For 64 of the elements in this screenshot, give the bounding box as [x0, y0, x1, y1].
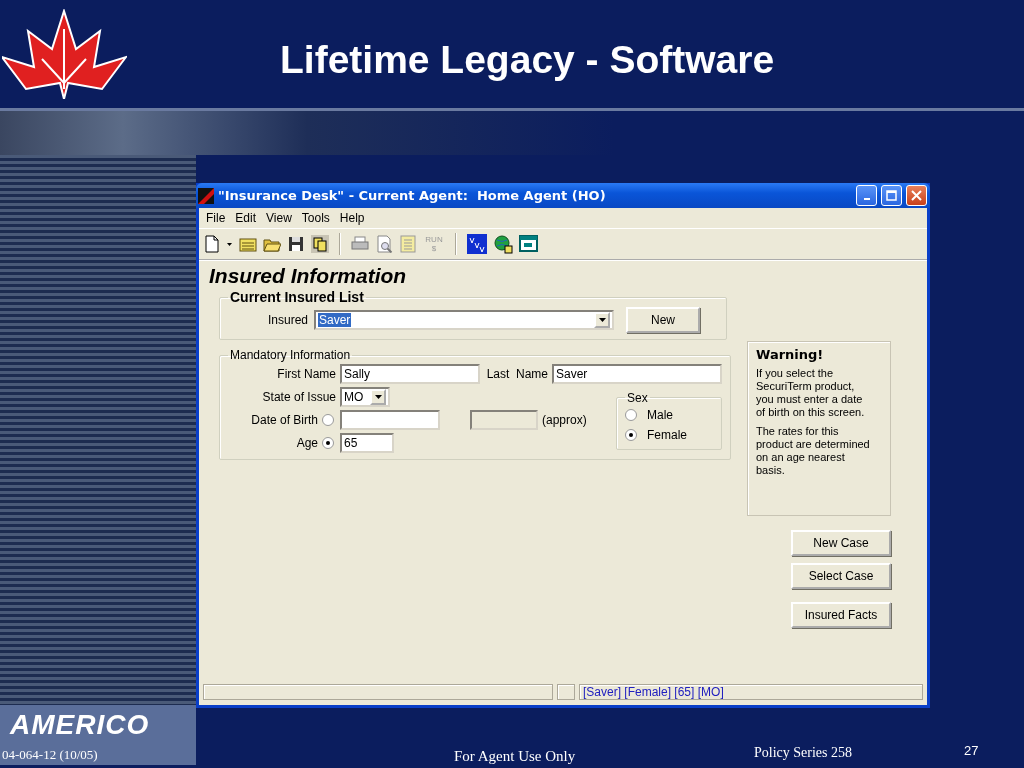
warning-text: The rates for this product are determined on an age nearest basis. [756, 425, 871, 477]
action-button[interactable]: New Case [791, 530, 891, 556]
footer-series: Policy Series 258 [754, 744, 853, 762]
selected-value: Saver [318, 313, 352, 327]
copy-icon[interactable] [311, 235, 329, 253]
group-title: Mandatory Information [229, 348, 352, 362]
action-button[interactable]: Select Case [791, 563, 891, 589]
menu-item[interactable]: Tools [296, 211, 335, 225]
field-hint: (approx) [542, 413, 588, 427]
warning-title: Warning! [756, 348, 825, 361]
globe-icon[interactable] [493, 234, 513, 254]
field-label: First Name [276, 367, 336, 381]
page-number: 27 [964, 742, 980, 760]
maple-leaf-logo-icon [2, 9, 127, 99]
radio-button[interactable] [625, 428, 637, 441]
warning-text: If you select the SecuriTerm product, you must enter a date of birth on this screen. [756, 367, 866, 419]
group-title: Sex [626, 390, 649, 405]
footer-note: For Agent Use Only [453, 748, 577, 766]
last-name-field[interactable]: Saver [552, 364, 722, 384]
minimize-icon [863, 198, 870, 200]
field-label: Date of Birth [250, 413, 318, 427]
window-icon[interactable] [519, 234, 539, 254]
option-label: Female [647, 427, 687, 442]
menu-item[interactable]: View [261, 211, 297, 225]
dropdown-arrow-icon [598, 318, 606, 322]
web-icon[interactable] [467, 234, 487, 254]
window-title: "Insurance Desk" - Current Agent: Home Agent (HO) [218, 188, 607, 203]
first-name-field[interactable]: Sally [340, 364, 480, 384]
state-dropdown[interactable]: MO [340, 387, 390, 407]
close-icon [911, 190, 922, 201]
approx-date-field [470, 410, 538, 430]
minimize-button[interactable] [856, 185, 877, 206]
field-label: Age [295, 436, 318, 450]
print-preview-icon[interactable] [375, 235, 393, 253]
option-label: Male [647, 407, 673, 422]
maximize-button[interactable] [881, 185, 902, 206]
printer-icon[interactable] [351, 235, 369, 253]
slide-title: Lifetime Legacy - Software [279, 37, 776, 83]
insured-dropdown[interactable]: Saver [314, 310, 614, 330]
action-button[interactable]: Insured Facts [791, 602, 891, 628]
radio-button[interactable] [322, 437, 334, 449]
date-of-birth-field[interactable] [340, 410, 440, 430]
field-label: Insured [266, 313, 308, 327]
menu-item[interactable]: Help [334, 211, 370, 225]
close-button[interactable] [906, 185, 927, 206]
maximize-icon [886, 190, 897, 201]
app-logo-icon [198, 187, 214, 204]
age-field[interactable]: 65 [340, 433, 394, 453]
section-heading: Insured Information [208, 263, 408, 289]
menu-item[interactable]: File [201, 211, 231, 225]
dropdown-arrow-icon [374, 395, 382, 399]
radio-button[interactable] [625, 408, 637, 421]
new-button[interactable]: New [626, 307, 700, 333]
radio-button[interactable] [322, 414, 334, 426]
field-label: State of Issue [261, 390, 336, 404]
save-icon[interactable] [287, 235, 305, 253]
field-label: Last Name [486, 367, 548, 381]
company-logo: AMERICO [10, 711, 151, 739]
document-code: 04-064-12 (10/05) [2, 747, 99, 764]
new-document-icon[interactable] [203, 235, 221, 253]
status-panel [557, 684, 575, 700]
menu-item[interactable]: Edit [230, 211, 262, 225]
status-text: [Saver] [Female] [65] [MO] [579, 684, 923, 700]
group-title: Current Insured List [229, 289, 365, 305]
